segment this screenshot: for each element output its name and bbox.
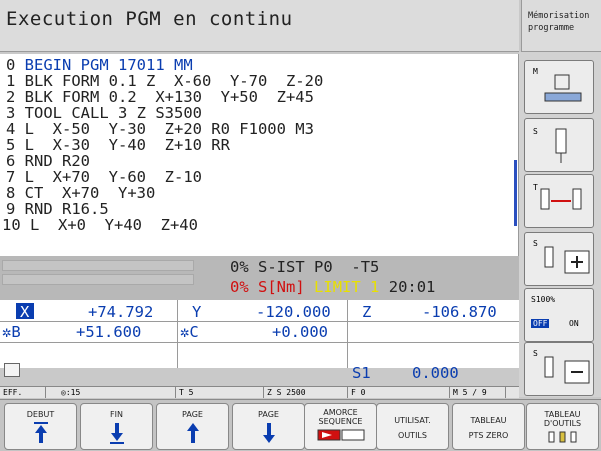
screen-header: Execution PGM en continu (0, 0, 519, 52)
tool-table-icon (548, 431, 576, 443)
machine-icon (544, 74, 582, 102)
axis-y-value: -120.000 (256, 303, 331, 321)
softkey-label-line2: PTS ZERO (468, 431, 509, 440)
softkey-amorce-sequence[interactable]: AMORCE SEQUENCE (304, 403, 377, 450)
spindle-override-button[interactable]: S100% OFF ON (524, 288, 594, 342)
workpiece-icon (4, 363, 20, 377)
axis-c-value: +0.000 (272, 323, 328, 341)
s-nm-readout: 0% S[Nm] LIMIT 1 20:01 (230, 278, 436, 296)
softkey-fin[interactable]: FIN (80, 403, 153, 450)
page-title: Execution PGM en continu (6, 8, 293, 30)
tool-icon (555, 128, 567, 163)
axis-x-label: X (20, 303, 30, 321)
softkey-label: TABLEAU (544, 410, 581, 419)
feed-value: F 0 (348, 387, 450, 398)
load-bar-track (2, 274, 194, 285)
divider (0, 321, 519, 322)
axis-y-label: Y (192, 303, 202, 321)
program-scrollbar[interactable] (514, 160, 517, 226)
program-line: 4 L X-50 Y-30 Z+20 R0 F1000 M3 (6, 120, 314, 138)
axis-z-value: -106.870 (422, 303, 497, 321)
softkey-label: PAGE (182, 410, 203, 419)
softkey-label: DEBUT (26, 410, 55, 419)
side-t-button[interactable]: T (524, 174, 594, 228)
s-ist-readout: 0% S-IST P0 -T5 (230, 258, 380, 276)
spindle-minus-icon (544, 356, 590, 384)
axis-c-label: ✲C (180, 323, 199, 341)
softkey-tableau-outils[interactable]: TABLEAU D'OUTILS (526, 403, 599, 450)
arrow-up-bar-icon (33, 422, 48, 443)
softkey-label-line2: SEQUENCE (318, 417, 363, 426)
program-line: 3 TOOL CALL 3 Z S3500 (6, 104, 202, 122)
spindle-override-value: S100% (531, 295, 556, 304)
program-line: 9 RND R16.5 (6, 200, 109, 218)
program-line: 10 L X+0 Y+40 Z+40 (2, 216, 198, 234)
softkey-label: AMORCE (323, 408, 358, 417)
arrow-up-icon (186, 423, 199, 443)
tool-length-icon (540, 188, 582, 210)
status-bar: EFF. ◎:15 T 5 Z S 2500 F 0 M 5 / 9 (0, 386, 519, 398)
softkey-utilisat-outils[interactable]: UTILISAT. OUTILS (376, 403, 449, 450)
softkey-debut[interactable]: DEBUT (4, 403, 77, 450)
axis-x-value: +74.792 (88, 303, 154, 321)
softkey-label: TABLEAU (470, 416, 507, 425)
side-s-button[interactable]: S (524, 118, 594, 172)
softkey-page-up[interactable]: PAGE (156, 403, 229, 450)
softkey-label: PAGE (258, 410, 279, 419)
axis-b-label: ✲B (2, 323, 21, 341)
softkey-bar: DEBUT FIN PAGE PAGE AMORCE SEQUENCE UTIL… (0, 399, 601, 451)
program-line: 7 L X+70 Y-60 Z-10 (6, 168, 202, 186)
info-row (0, 343, 519, 386)
block-scan-icon (317, 429, 364, 441)
program-line: 5 L X-30 Y-40 Z+10 RR (6, 136, 230, 154)
program-line: 8 CT X+70 Y+30 (6, 184, 156, 202)
spindle-speed: Z S 2500 (264, 387, 348, 398)
program-listing[interactable]: 0 BEGIN PGM 17011 MM 1 BLK FORM 0.1 Z X-… (0, 54, 519, 256)
spindle-plus-button[interactable]: S (524, 232, 594, 286)
dial-icon: ◎ (61, 388, 66, 397)
softkey-label-line2: OUTILS (398, 431, 427, 440)
program-line: 0 BEGIN PGM 17011 MM (6, 56, 193, 74)
side-softkey-panel: M S T S S100% OFF ON S (519, 52, 601, 397)
program-line: 6 RND R20 (6, 152, 90, 170)
spindle-status-strip: 0% S-IST P0 -T5 0% S[Nm] LIMIT 1 20:01 (0, 256, 519, 300)
m-label: M (533, 67, 538, 76)
m-function: M 5 / 9 (450, 387, 506, 398)
axis-z-label: Z (362, 303, 372, 321)
program-line: 2 BLK FORM 0.2 X+130 Y+50 Z+45 (6, 88, 314, 106)
spindle-plus-icon (544, 246, 590, 274)
on-state: ON (569, 319, 579, 328)
s-label: S (533, 127, 538, 136)
softkey-tableau-pts-zero[interactable]: TABLEAU PTS ZERO (452, 403, 525, 450)
off-state: OFF (531, 319, 550, 328)
softkey-label: FIN (110, 410, 123, 419)
load-bar-track (2, 260, 194, 271)
side-m-button[interactable]: M (524, 60, 594, 114)
axis-b-value: +51.600 (76, 323, 142, 341)
program-line: 1 BLK FORM 0.1 Z X-60 Y-70 Z-20 (6, 72, 324, 90)
arrow-down-icon (262, 423, 275, 443)
arrow-down-bar-icon (109, 423, 124, 444)
eff-label: EFF. (0, 387, 46, 398)
spindle-minus-button[interactable]: S (524, 342, 594, 396)
mode-line-2: programme (528, 23, 575, 33)
softkey-label-line2: D'OUTILS (543, 419, 582, 428)
feed-override: ◎:15 (58, 387, 176, 398)
softkey-page-down[interactable]: PAGE (232, 403, 305, 450)
tool-number: T 5 (176, 387, 264, 398)
mode-line-1: Mémorisation (528, 11, 590, 21)
softkey-label: UTILISAT. (394, 416, 431, 425)
mode-indicator[interactable]: Mémorisation programme (521, 0, 601, 52)
